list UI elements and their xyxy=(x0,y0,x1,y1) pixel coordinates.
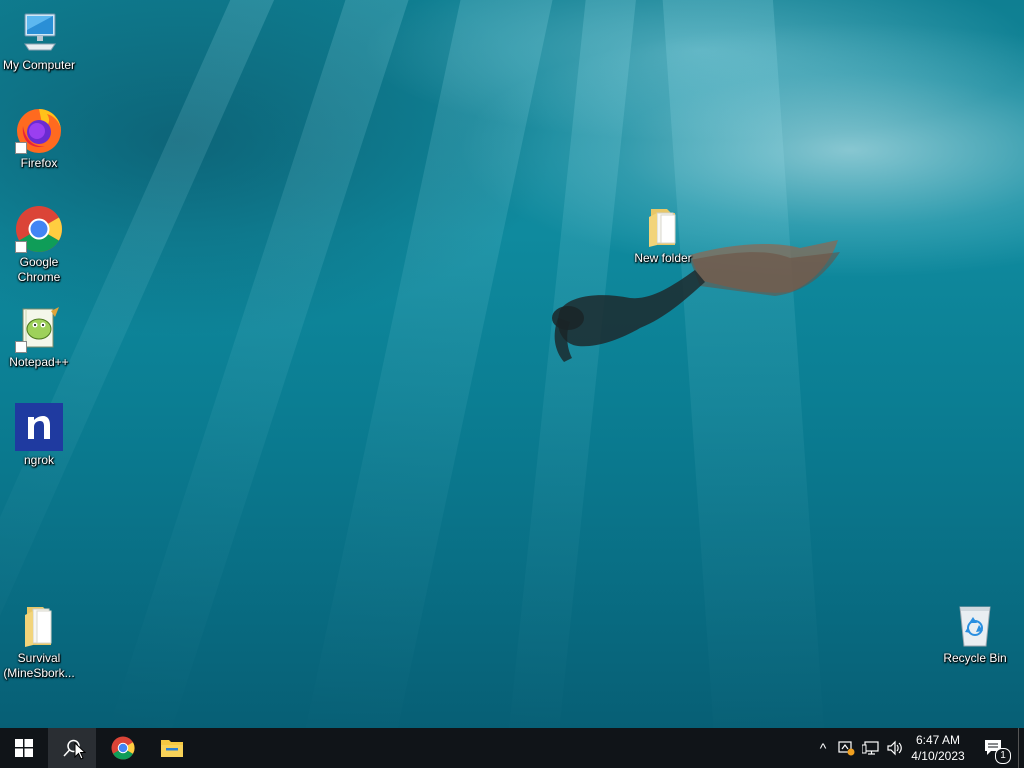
notepadpp-label: Notepad++ xyxy=(9,355,69,369)
tray-warning-icon[interactable] xyxy=(836,728,858,768)
show-desktop-button[interactable] xyxy=(1018,728,1024,768)
folder-icon xyxy=(643,205,683,249)
clock-time: 6:47 AM xyxy=(915,733,961,747)
notification-count-badge: 1 xyxy=(995,748,1011,764)
action-center-button[interactable]: 1 xyxy=(978,728,1011,768)
recycle-bin-label: Recycle Bin xyxy=(943,651,1007,665)
recycle-bin-icon xyxy=(951,601,999,649)
ngrok-icon xyxy=(15,403,63,451)
show-hidden-icons-button[interactable]: ^ xyxy=(812,728,834,768)
folder-icon xyxy=(15,601,63,649)
start-button[interactable] xyxy=(0,728,48,768)
taskbar-chrome[interactable] xyxy=(99,728,147,768)
windows-start-icon xyxy=(15,739,33,757)
computer-icon xyxy=(15,8,63,56)
clock[interactable]: 6:47 AM 4/10/2023 xyxy=(906,728,970,768)
taskbar: ^ 6:47 AM 4/10/2023 1 xyxy=(0,728,1024,768)
taskbar-file-explorer[interactable] xyxy=(148,728,196,768)
new-folder[interactable]: New folder xyxy=(625,205,701,266)
volume-icon[interactable] xyxy=(884,728,906,768)
search-button[interactable] xyxy=(48,728,96,768)
clock-date: 4/10/2023 xyxy=(911,749,965,763)
survival-folder[interactable]: Survival (MineSbork... xyxy=(1,601,77,681)
my-computer-label: My Computer xyxy=(2,58,76,72)
google-chrome-shortcut[interactable]: Google Chrome xyxy=(1,205,77,285)
ngrok-label: ngrok xyxy=(23,453,55,467)
recycle-bin[interactable]: Recycle Bin xyxy=(937,601,1013,666)
firefox-icon xyxy=(15,106,63,154)
file-explorer-icon xyxy=(161,740,183,757)
network-icon[interactable] xyxy=(860,728,882,768)
notepadpp-shortcut[interactable]: Notepad++ xyxy=(1,305,77,370)
shortcut-arrow-icon xyxy=(15,241,27,253)
firefox-label: Firefox xyxy=(20,156,58,170)
notepadpp-icon xyxy=(15,305,63,353)
chrome-icon xyxy=(15,205,63,253)
desktop[interactable]: My Computer Firefox Google Chrome Notepa… xyxy=(0,0,1024,728)
ngrok-shortcut[interactable]: ngrok xyxy=(1,403,77,468)
chrome-icon xyxy=(111,736,135,760)
mouse-cursor-icon xyxy=(74,742,86,760)
firefox-shortcut[interactable]: Firefox xyxy=(1,106,77,171)
google-chrome-label: Google Chrome xyxy=(17,255,61,284)
my-computer-shortcut[interactable]: My Computer xyxy=(1,8,77,73)
shortcut-arrow-icon xyxy=(15,341,27,353)
survival-folder-label: Survival (MineSbork... xyxy=(3,651,75,680)
new-folder-label: New folder xyxy=(634,251,692,265)
shortcut-arrow-icon xyxy=(15,142,27,154)
